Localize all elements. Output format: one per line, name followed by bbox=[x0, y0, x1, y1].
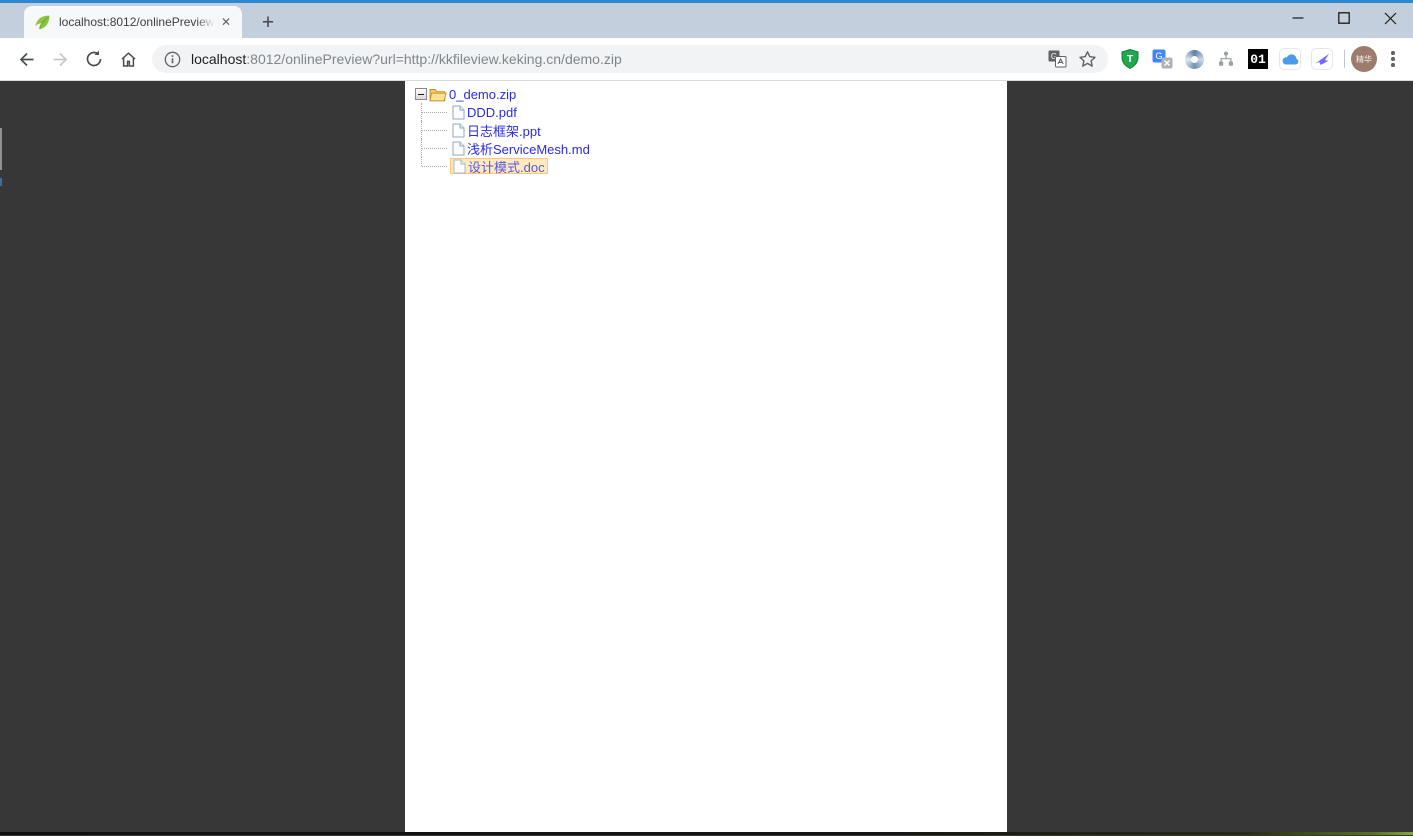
svg-text:T: T bbox=[1127, 54, 1133, 65]
extension-area: T G 01 bbox=[1114, 46, 1405, 72]
svg-text:G: G bbox=[1155, 51, 1162, 61]
file-tree: 0_demo.zip DDD.pdf bbox=[405, 81, 1007, 175]
tree-node-file[interactable]: 浅析ServiceMesh.md bbox=[450, 140, 592, 156]
tree-node-root[interactable]: 0_demo.zip bbox=[427, 86, 518, 102]
tab-strip: localhost:8012/onlinePreview? ✕ + bbox=[0, 3, 1413, 38]
maximize-icon[interactable] bbox=[1321, 3, 1367, 33]
home-icon[interactable] bbox=[114, 45, 142, 73]
tree-node-file-selected[interactable]: 设计模式.doc bbox=[450, 158, 548, 174]
folder-open-icon bbox=[429, 87, 447, 102]
forward-icon bbox=[46, 45, 74, 73]
tree-connector bbox=[421, 139, 450, 157]
tab-close-icon[interactable]: ✕ bbox=[218, 14, 234, 30]
swirl-icon[interactable] bbox=[1182, 47, 1206, 71]
tree-node-label: 设计模式.doc bbox=[468, 157, 545, 176]
bottom-edge-artifact bbox=[0, 832, 1413, 835]
tree-node-label: 日志框架.ppt bbox=[467, 121, 541, 140]
tree-node-file[interactable]: 日志框架.ppt bbox=[450, 122, 543, 138]
translate-page-icon[interactable]: G bbox=[1046, 48, 1068, 70]
browser-tab[interactable]: localhost:8012/onlinePreview? ✕ bbox=[24, 6, 242, 38]
file-icon bbox=[452, 123, 465, 138]
url-text[interactable]: localhost:8012/onlinePreview?url=http://… bbox=[191, 51, 1038, 67]
reload-icon[interactable] bbox=[80, 45, 108, 73]
tree-connector bbox=[421, 103, 450, 121]
tree-root-label: 0_demo.zip bbox=[449, 87, 516, 102]
bookmark-star-icon[interactable] bbox=[1076, 48, 1098, 70]
browser-window: localhost:8012/onlinePreview? ✕ + bbox=[0, 0, 1413, 836]
file-icon bbox=[452, 141, 465, 156]
profile-avatar[interactable]: 精华 bbox=[1351, 46, 1377, 72]
minimize-icon[interactable] bbox=[1275, 3, 1321, 33]
menu-dots-icon[interactable] bbox=[1381, 47, 1405, 71]
tree-connector bbox=[421, 121, 450, 139]
address-bar[interactable]: localhost:8012/onlinePreview?url=http://… bbox=[152, 45, 1108, 73]
tree-node-label: 浅析ServiceMesh.md bbox=[467, 139, 590, 158]
close-icon[interactable] bbox=[1367, 3, 1413, 33]
spring-leaf-favicon-icon bbox=[34, 14, 51, 31]
tree-node-label: DDD.pdf bbox=[467, 105, 517, 120]
tab-title: localhost:8012/onlinePreview? bbox=[59, 14, 218, 30]
desktop-artifact bbox=[0, 178, 2, 186]
zip-preview-panel: 0_demo.zip DDD.pdf bbox=[405, 81, 1007, 832]
shield-t-icon[interactable]: T bbox=[1118, 47, 1142, 71]
tree-child-row: 浅析ServiceMesh.md bbox=[415, 139, 1007, 157]
tree-connector bbox=[421, 157, 450, 175]
bird-icon[interactable] bbox=[1310, 47, 1334, 71]
browser-toolbar: localhost:8012/onlinePreview?url=http://… bbox=[0, 38, 1413, 81]
desktop-artifact bbox=[0, 128, 2, 170]
toolbar-separator bbox=[1344, 50, 1345, 68]
file-icon bbox=[452, 105, 465, 120]
page-content: 0_demo.zip DDD.pdf bbox=[0, 81, 1413, 835]
info-icon[interactable] bbox=[164, 51, 181, 68]
tree-child-row: DDD.pdf bbox=[415, 103, 1007, 121]
tree-child-row: 日志框架.ppt bbox=[415, 121, 1007, 139]
file-icon bbox=[453, 159, 466, 174]
cloud-icon[interactable] bbox=[1278, 47, 1302, 71]
badge-01-icon[interactable]: 01 bbox=[1246, 47, 1270, 71]
back-icon[interactable] bbox=[12, 45, 40, 73]
translate-ext-icon[interactable]: G bbox=[1150, 47, 1174, 71]
collapse-toggle-icon[interactable] bbox=[415, 88, 427, 100]
tree-root-row: 0_demo.zip bbox=[415, 85, 1007, 103]
tree-node-file[interactable]: DDD.pdf bbox=[450, 104, 519, 120]
tree-child-row: 设计模式.doc bbox=[415, 157, 1007, 175]
window-controls bbox=[1275, 3, 1413, 35]
sitemap-icon[interactable] bbox=[1214, 47, 1238, 71]
new-tab-button[interactable]: + bbox=[256, 11, 280, 35]
